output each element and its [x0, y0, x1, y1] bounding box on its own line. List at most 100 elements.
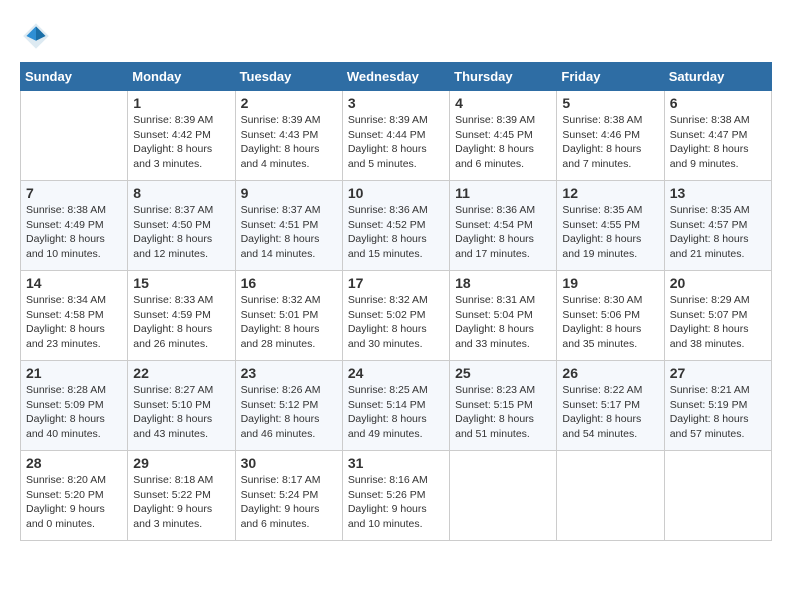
- day-info-line: Sunrise: 8:39 AM: [133, 114, 213, 126]
- day-info-line: Sunset: 4:59 PM: [133, 309, 211, 321]
- day-info-line: Sunrise: 8:21 AM: [670, 384, 750, 396]
- day-info-line: Sunset: 5:14 PM: [348, 399, 426, 411]
- calendar-week-row: 14Sunrise: 8:34 AMSunset: 4:58 PMDayligh…: [21, 271, 772, 361]
- day-info: Sunrise: 8:23 AMSunset: 5:15 PMDaylight:…: [455, 383, 551, 442]
- calendar-cell: 19Sunrise: 8:30 AMSunset: 5:06 PMDayligh…: [557, 271, 664, 361]
- day-number: 5: [562, 95, 658, 111]
- day-info-line: Daylight: 8 hours: [455, 413, 534, 425]
- day-info: Sunrise: 8:36 AMSunset: 4:52 PMDaylight:…: [348, 203, 444, 262]
- day-info-line: Daylight: 8 hours: [133, 323, 212, 335]
- day-info-line: Daylight: 8 hours: [670, 323, 749, 335]
- day-info-line: Daylight: 8 hours: [26, 323, 105, 335]
- day-number: 15: [133, 275, 229, 291]
- day-info: Sunrise: 8:20 AMSunset: 5:20 PMDaylight:…: [26, 473, 122, 532]
- day-number: 31: [348, 455, 444, 471]
- calendar-cell: 25Sunrise: 8:23 AMSunset: 5:15 PMDayligh…: [450, 361, 557, 451]
- day-info: Sunrise: 8:16 AMSunset: 5:26 PMDaylight:…: [348, 473, 444, 532]
- day-info: Sunrise: 8:38 AMSunset: 4:47 PMDaylight:…: [670, 113, 766, 172]
- calendar-cell: 27Sunrise: 8:21 AMSunset: 5:19 PMDayligh…: [664, 361, 771, 451]
- day-info-line: Sunrise: 8:20 AM: [26, 474, 106, 486]
- calendar-cell: 16Sunrise: 8:32 AMSunset: 5:01 PMDayligh…: [235, 271, 342, 361]
- day-info-line: Sunset: 5:10 PM: [133, 399, 211, 411]
- day-info-line: Daylight: 8 hours: [562, 233, 641, 245]
- day-info-line: and 51 minutes.: [455, 428, 530, 440]
- day-info-line: Sunset: 4:44 PM: [348, 129, 426, 141]
- day-info-line: and 3 minutes.: [133, 518, 202, 530]
- calendar-cell: 7Sunrise: 8:38 AMSunset: 4:49 PMDaylight…: [21, 181, 128, 271]
- day-info-line: Daylight: 8 hours: [562, 413, 641, 425]
- day-info-line: Sunrise: 8:31 AM: [455, 294, 535, 306]
- day-number: 12: [562, 185, 658, 201]
- calendar-cell: 6Sunrise: 8:38 AMSunset: 4:47 PMDaylight…: [664, 91, 771, 181]
- day-info-line: and 23 minutes.: [26, 338, 101, 350]
- column-header-friday: Friday: [557, 63, 664, 91]
- calendar-cell: 13Sunrise: 8:35 AMSunset: 4:57 PMDayligh…: [664, 181, 771, 271]
- day-info-line: and 21 minutes.: [670, 248, 745, 260]
- day-info-line: Daylight: 8 hours: [241, 233, 320, 245]
- day-info-line: Sunset: 4:57 PM: [670, 219, 748, 231]
- day-info: Sunrise: 8:35 AMSunset: 4:57 PMDaylight:…: [670, 203, 766, 262]
- day-info-line: Sunset: 5:07 PM: [670, 309, 748, 321]
- day-info-line: Sunrise: 8:38 AM: [670, 114, 750, 126]
- day-info-line: Sunset: 5:04 PM: [455, 309, 533, 321]
- day-info-line: Daylight: 8 hours: [26, 413, 105, 425]
- calendar-cell: [450, 451, 557, 541]
- day-info-line: Sunset: 4:58 PM: [26, 309, 104, 321]
- day-info-line: Sunrise: 8:22 AM: [562, 384, 642, 396]
- day-info-line: Sunset: 5:15 PM: [455, 399, 533, 411]
- day-info-line: Sunset: 5:06 PM: [562, 309, 640, 321]
- day-info-line: Sunset: 4:52 PM: [348, 219, 426, 231]
- day-info-line: and 15 minutes.: [348, 248, 423, 260]
- day-info: Sunrise: 8:30 AMSunset: 5:06 PMDaylight:…: [562, 293, 658, 352]
- day-info-line: and 49 minutes.: [348, 428, 423, 440]
- day-info: Sunrise: 8:32 AMSunset: 5:01 PMDaylight:…: [241, 293, 337, 352]
- day-info-line: Sunrise: 8:37 AM: [133, 204, 213, 216]
- day-info-line: Sunrise: 8:28 AM: [26, 384, 106, 396]
- calendar-cell: 9Sunrise: 8:37 AMSunset: 4:51 PMDaylight…: [235, 181, 342, 271]
- day-info-line: and 4 minutes.: [241, 158, 310, 170]
- day-number: 3: [348, 95, 444, 111]
- day-info-line: Daylight: 8 hours: [670, 143, 749, 155]
- day-info-line: and 43 minutes.: [133, 428, 208, 440]
- day-info-line: and 5 minutes.: [348, 158, 417, 170]
- day-info-line: Sunset: 4:46 PM: [562, 129, 640, 141]
- day-info-line: Daylight: 8 hours: [241, 323, 320, 335]
- day-info-line: Sunset: 5:20 PM: [26, 489, 104, 501]
- day-number: 10: [348, 185, 444, 201]
- day-info-line: Sunrise: 8:39 AM: [455, 114, 535, 126]
- calendar-cell: 31 Sunrise: 8:16 AMSunset: 5:26 PMDayligh…: [342, 451, 449, 541]
- day-info-line: Daylight: 8 hours: [455, 323, 534, 335]
- calendar-cell: 17Sunrise: 8:32 AMSunset: 5:02 PMDayligh…: [342, 271, 449, 361]
- day-number: 30: [241, 455, 337, 471]
- day-info: Sunrise: 8:37 AMSunset: 4:51 PMDaylight:…: [241, 203, 337, 262]
- day-info: Sunrise: 8:21 AMSunset: 5:19 PMDaylight:…: [670, 383, 766, 442]
- column-header-wednesday: Wednesday: [342, 63, 449, 91]
- calendar-cell: 26Sunrise: 8:22 AMSunset: 5:17 PMDayligh…: [557, 361, 664, 451]
- day-number: 24: [348, 365, 444, 381]
- day-info-line: and 0 minutes.: [26, 518, 95, 530]
- day-info-line: and 57 minutes.: [670, 428, 745, 440]
- day-info-line: Sunset: 4:55 PM: [562, 219, 640, 231]
- calendar-week-row: 21Sunrise: 8:28 AMSunset: 5:09 PMDayligh…: [21, 361, 772, 451]
- day-info-line: and 9 minutes.: [670, 158, 739, 170]
- day-info: Sunrise: 8:39 AMSunset: 4:43 PMDaylight:…: [241, 113, 337, 172]
- day-info-line: Sunset: 4:49 PM: [26, 219, 104, 231]
- calendar-cell: [557, 451, 664, 541]
- day-number: 14: [26, 275, 122, 291]
- calendar-header-row: SundayMondayTuesdayWednesdayThursdayFrid…: [21, 63, 772, 91]
- day-info: Sunrise: 8:39 AMSunset: 4:45 PMDaylight:…: [455, 113, 551, 172]
- day-info-line: Sunrise: 8:36 AM: [455, 204, 535, 216]
- day-info: Sunrise: 8:39 AMSunset: 4:42 PMDaylight:…: [133, 113, 229, 172]
- day-info-line: Sunrise: 8:27 AM: [133, 384, 213, 396]
- day-number: 23: [241, 365, 337, 381]
- day-info-line: and 14 minutes.: [241, 248, 316, 260]
- page-header: [20, 20, 772, 52]
- day-info-line: and 6 minutes.: [455, 158, 524, 170]
- day-info-line: Sunset: 5:09 PM: [26, 399, 104, 411]
- day-number: 18: [455, 275, 551, 291]
- day-info-line: Sunrise: 8:39 AM: [348, 114, 428, 126]
- day-info-line: Sunset: 5:12 PM: [241, 399, 319, 411]
- day-info: Sunrise: 8:39 AM Sunset: 4:44 PM Daylight:…: [348, 113, 444, 172]
- column-header-monday: Monday: [128, 63, 235, 91]
- day-info-line: Daylight: 8 hours: [348, 143, 427, 155]
